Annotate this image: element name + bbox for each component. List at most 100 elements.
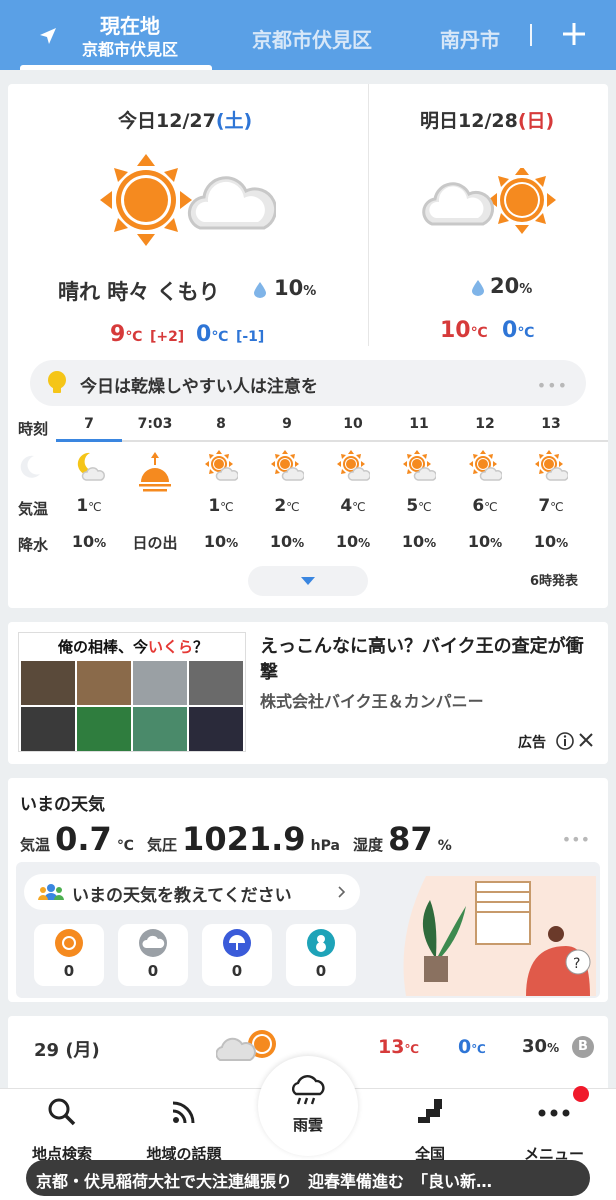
info-icon[interactable] [556,732,574,750]
sun-cloud-icon [205,450,239,481]
hour-weather-icon [518,450,584,486]
report-rain-button[interactable]: 0 [202,924,272,986]
raindrop-icon [472,280,484,296]
hour-temp-value: 6 [472,496,485,516]
hour-rain-unit: % [292,536,305,550]
hour-rain-unit: % [424,536,437,550]
hour-rain-unit: % [490,536,503,550]
report-cloudy-button[interactable]: 0 [118,924,188,986]
more-icon[interactable]: ••• [562,830,590,849]
nav-national[interactable]: 全国 [370,1097,490,1163]
report-panel: いまの天気を教えてください 0 0 0 0 ? [16,862,600,998]
humidity-unit: % [437,838,452,854]
chevron-right-icon [338,886,346,898]
hour-temp: 7℃ [518,496,584,516]
header-bar: 現在地 京都市伏見区 京都市伏見区 南丹市 [0,0,616,70]
hour-temp-unit: ℃ [88,500,102,514]
nav-search[interactable]: 地点検索 [2,1097,122,1163]
today-high-unit: ℃ [125,329,143,345]
hour-rain-unit: % [556,536,569,550]
hour-rain-value: 10 [203,532,227,551]
hour-temp: 1℃ [188,496,254,516]
ad-title[interactable]: えっこんなに高い？バイク王の査定が衝撃 [260,634,600,686]
ad-card[interactable]: 俺の相棒、今いくら？ えっこんなに高い？バイク王の査定が衝撃 株式会社バイク王＆… [8,622,608,764]
hour-label: 12 [475,416,495,432]
news-ticker[interactable]: 京都・伏見稲荷大社で大注連縄張り 迎春準備進む 「良い新… [26,1160,590,1196]
bike-photo [189,661,243,705]
hour-rain: 10% [386,532,452,551]
people-icon [38,884,64,900]
weather-tip[interactable]: 今日は乾燥しやすい人は注意を ••• [30,360,586,406]
tab-fushimi[interactable]: 京都市伏見区 [252,24,372,53]
hour-temp-unit: ℃ [418,500,432,514]
today-high-value: 9 [110,322,126,347]
bike-photo [133,661,187,705]
nav-menu[interactable]: メニュー [494,1097,614,1163]
hour-temp: 5℃ [386,496,452,516]
report-sunny-button[interactable]: 0 [34,924,104,986]
week-low-unit: ℃ [471,1042,486,1056]
hour-rain: 10% [320,532,386,551]
tomorrow-low-value: 0 [502,318,518,343]
expand-button[interactable] [248,566,368,596]
close-icon[interactable] [578,732,594,748]
hour-weather-icon [452,450,518,486]
today-low: 0℃ [-1] [196,322,264,347]
weather-tip-text: 今日は乾燥しやすい人は注意を [80,377,318,397]
header-divider [530,24,532,46]
today-precip: 10% [274,276,316,300]
hour-weather-icon [320,450,386,486]
hour-label: 13 [541,416,561,432]
ad-banner-title: 俺の相棒、今いくら？ [19,633,245,659]
hour-weather-icon [188,450,254,486]
report-prompt-button[interactable]: いまの天気を教えてください [24,874,360,910]
rss-icon [172,1101,195,1124]
moon-cloud-icon [77,452,105,481]
hour-rain: 10% [254,532,320,551]
hour-temp: 2℃ [254,496,320,516]
more-icon[interactable]: ••• [537,376,568,395]
hour-temp: 1℃ [56,496,122,516]
raindrop-icon [254,282,266,298]
news-ticker-text: 京都・伏見稲荷大社で大注連縄張り 迎春準備進む 「良い新… [36,1172,493,1191]
pressure-value: 1021.9 [182,820,306,858]
question-glyph: ? [573,956,580,972]
today-low-diff: [-1] [235,329,265,345]
humidity-label: 湿度 [353,836,384,854]
week-precip: 30% [522,1036,559,1057]
tomorrow-precip-unit: % [519,282,533,297]
temp-row-label: 気温 [18,500,49,518]
report-snow-button[interactable]: 0 [286,924,356,986]
report-prompt-text: いまの天気を教えてください [72,886,292,906]
tomorrow-high-value: 10 [440,318,471,343]
today-precip-unit: % [303,284,317,299]
moon-faded-icon [20,455,40,478]
hour-weather-icon [56,450,122,486]
week-high-value: 13 [378,1036,405,1058]
tomorrow-date: 明日12/28 [420,110,518,132]
hour-label: 10 [343,416,363,432]
hour-rain: 10% [56,532,122,551]
nav-local-topics[interactable]: 地域の話題 [124,1097,244,1163]
tomorrow-dow: (日) [517,110,555,132]
hour-temp: 4℃ [320,496,386,516]
today-high-diff: [+2] [149,329,185,345]
report-count: 0 [315,962,327,980]
plus-icon[interactable] [560,20,588,48]
nav-rain-radar[interactable]: 雨雲 [258,1056,358,1156]
hour-rain-value: 10 [467,532,491,551]
current-hour-indicator [56,439,122,442]
ad-image[interactable]: 俺の相棒、今いくら？ [18,632,246,752]
bike-photo [189,707,243,751]
hour-temp-unit: ℃ [286,500,300,514]
today-date: 今日12/27 [118,110,216,132]
sunrise-icon [139,452,171,492]
nav-rain-radar-label: 雨雲 [292,1116,323,1134]
today-low-value: 0 [196,322,212,347]
hour-label: 9 [282,416,292,432]
report-count: 0 [231,962,243,980]
current-weather-title: いまの天気 [20,795,105,815]
tab-nantan[interactable]: 南丹市 [440,24,500,53]
current-readings: 気温 0.7 ℃ 気圧 1021.9 hPa 湿度 87 % [20,820,452,860]
search-icon [48,1098,76,1126]
